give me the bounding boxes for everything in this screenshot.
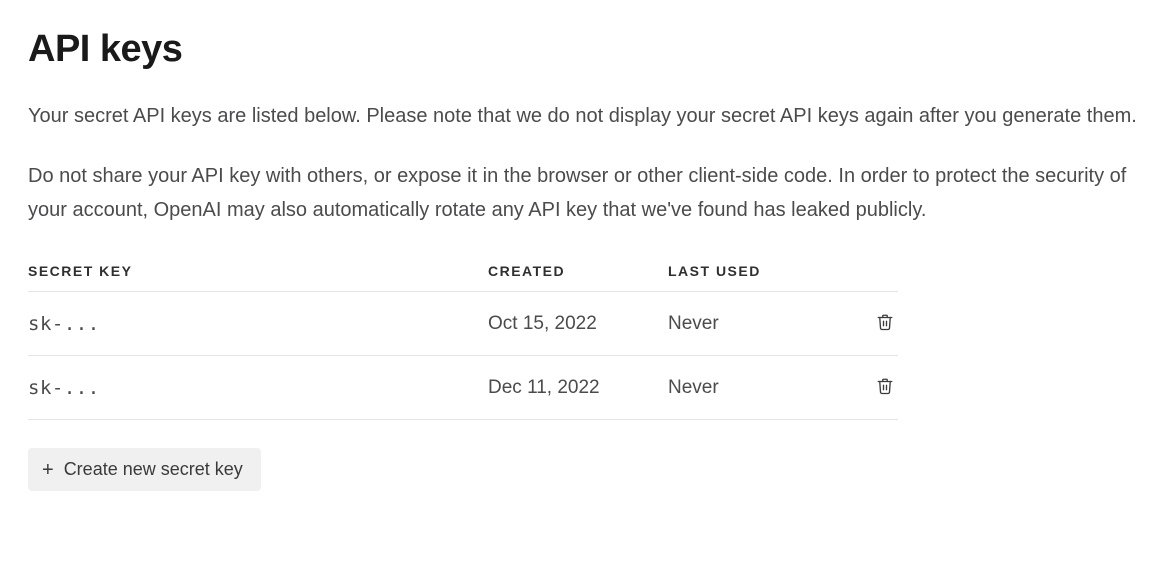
created-value: Dec 11, 2022 (488, 356, 668, 420)
created-value: Oct 15, 2022 (488, 292, 668, 356)
secret-key-value: sk-... (28, 356, 488, 420)
column-header-actions (838, 253, 898, 292)
api-keys-table: SECRET KEY CREATED LAST USED sk-... Oct … (28, 253, 898, 420)
intro-paragraph-2: Do not share your API key with others, o… (28, 159, 1138, 227)
trash-icon (876, 376, 894, 399)
column-header-secret-key: SECRET KEY (28, 253, 488, 292)
create-button-label: Create new secret key (64, 459, 243, 480)
last-used-value: Never (668, 292, 838, 356)
last-used-value: Never (668, 356, 838, 420)
column-header-last-used: LAST USED (668, 253, 838, 292)
secret-key-value: sk-... (28, 292, 488, 356)
table-row: sk-... Oct 15, 2022 Never (28, 292, 898, 356)
table-row: sk-... Dec 11, 2022 Never (28, 356, 898, 420)
page-title: API keys (28, 28, 1144, 71)
trash-icon (876, 312, 894, 335)
create-new-secret-key-button[interactable]: + Create new secret key (28, 448, 261, 491)
column-header-created: CREATED (488, 253, 668, 292)
delete-key-button[interactable] (872, 308, 898, 339)
intro-paragraph-1: Your secret API keys are listed below. P… (28, 99, 1138, 133)
delete-key-button[interactable] (872, 372, 898, 403)
plus-icon: + (42, 460, 54, 480)
